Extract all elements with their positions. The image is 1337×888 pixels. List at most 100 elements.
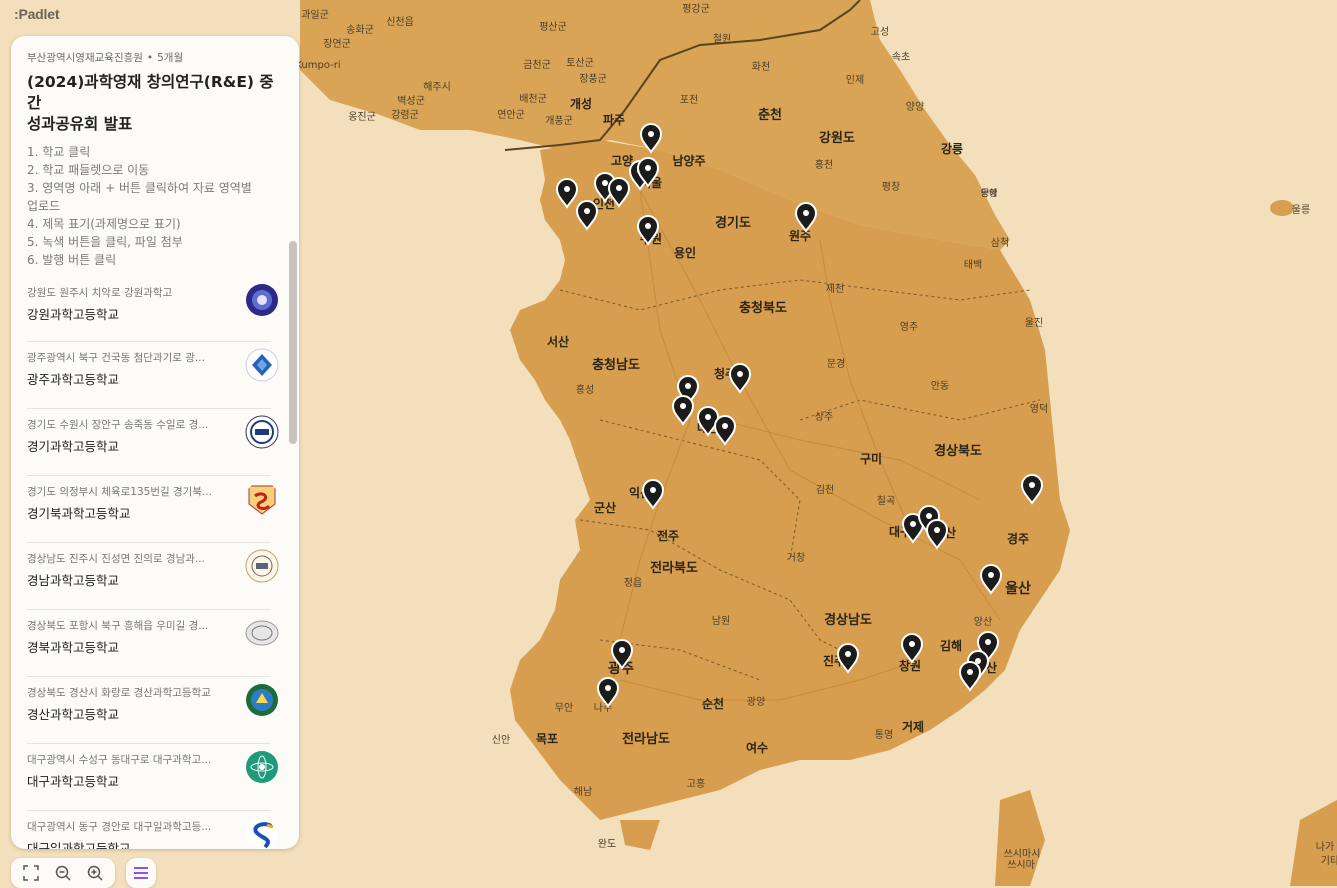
map-label: 나가	[1316, 841, 1334, 853]
daegu-logo-icon	[246, 751, 278, 783]
map-label: 경주	[1007, 532, 1029, 546]
gyeongsan-logo-icon	[246, 684, 278, 716]
map-label: 거창	[787, 552, 805, 564]
board-title-line2: 성과공유회 발표	[27, 115, 133, 133]
map-label: 평창	[882, 181, 900, 193]
list-item-gwangju[interactable]: 광주광역시 북구 건국동 첨단과기로 광... 광주과학고등학교	[27, 342, 279, 409]
school-name: 경기과학고등학교	[27, 439, 120, 454]
school-address: 경기도 의정부시 체육로135번길 경기북...	[27, 486, 212, 498]
map-label: 평강군	[682, 3, 710, 15]
school-name: 경산과학고등학교	[27, 707, 120, 722]
map-label: 고성	[871, 26, 889, 38]
school-address: 경기도 수원시 장안구 송죽동 수일로 경...	[27, 419, 209, 431]
map-label: 울릉	[1292, 204, 1310, 216]
map-label: 김천	[816, 484, 834, 496]
map-label: 용인	[674, 245, 696, 260]
gyeongnam-logo-icon	[245, 549, 279, 583]
map-label: 정읍	[624, 577, 642, 589]
map-label: 강원도	[819, 130, 855, 146]
map-label: 홍성	[576, 383, 594, 396]
gwangju-logo-icon	[245, 348, 279, 382]
map-label: 화천	[752, 61, 770, 73]
instruction-line: 업로드	[27, 199, 61, 213]
map-label: 안동	[931, 380, 949, 392]
list-item-gyeonggi[interactable]: 경기도 수원시 장안구 송죽동 수일로 경... 경기과학고등학교	[27, 409, 279, 476]
instruction-line: 5. 녹색 버튼을 클릭, 파일 첨부	[27, 235, 183, 249]
map-label: 춘천	[758, 108, 782, 123]
board-panel: 부산광역시영재교육진흥원 • 5개월 (2024)과학영재 창의연구(R&E) 중간…	[11, 36, 299, 849]
map-label: 상주	[815, 411, 833, 423]
map-label: 평산군	[539, 21, 567, 33]
list-item-daeguil[interactable]: 대구광역시 동구 경안로 대구일과학고등... 대구일과학고등학교	[27, 811, 278, 849]
map-label: 신안	[492, 734, 510, 746]
list-icon	[134, 867, 148, 879]
map-label: 완도	[598, 838, 616, 850]
map-label: 기타	[1321, 855, 1337, 867]
map-label: 문경	[827, 357, 845, 370]
map-label: 경기도	[715, 215, 751, 231]
instruction-line: 4. 제목 표기(과제명으로 표기)	[27, 217, 181, 231]
list-item-gyeongnam[interactable]: 경상남도 진주시 진성면 진의로 경남과... 경남과학고등학교	[27, 543, 279, 610]
instruction-line: 2. 학교 패들렛으로 이동	[27, 163, 150, 177]
instruction-line: 3. 영역명 아래 + 버튼 클릭하여 자료 영역별	[27, 181, 252, 195]
map-label: 장연군	[323, 38, 351, 50]
map-label: 고흥	[687, 777, 705, 790]
zoom-out-icon[interactable]	[54, 864, 72, 882]
school-list: 강원도 원주시 치악로 강원과학고 강원과학고등학교 광주광역시 북구 건국동 …	[27, 283, 283, 849]
map-label: 울산	[1005, 580, 1031, 597]
map-label: 목포	[536, 732, 558, 746]
map-label: 배천군	[519, 93, 547, 105]
map-label: 군산	[594, 500, 616, 515]
list-item-daegu[interactable]: 대구광역시 수성구 동대구로 대구과학고... 대구과학고등학교	[27, 744, 278, 811]
ulleung-island	[1270, 200, 1294, 216]
map-label: 신천읍	[386, 16, 414, 28]
board-author[interactable]: 부산광역시영재교육진흥원	[27, 52, 143, 64]
zoom-in-icon[interactable]	[86, 864, 104, 882]
map-label: 인제	[846, 74, 864, 86]
map-toolbar	[11, 858, 115, 888]
map-label: 철원	[713, 33, 731, 45]
map-label: 포천	[680, 94, 698, 106]
map-label: 개성	[570, 97, 592, 111]
map-label: 남원	[712, 615, 730, 627]
fullscreen-icon[interactable]	[22, 864, 40, 882]
list-item-gyeonggibuk[interactable]: 경기도 의정부시 체육로135번길 경기북... 경기북과학고등학교	[27, 476, 276, 543]
map-label: 영주	[900, 321, 918, 333]
map-label: 쓰시마시	[1004, 848, 1041, 860]
map-label: 전주	[657, 528, 679, 543]
school-address: 강원도 원주시 치악로 강원과학고	[27, 287, 173, 299]
list-item-gangwon[interactable]: 강원도 원주시 치악로 강원과학고 강원과학고등학교	[27, 283, 278, 342]
map-label: 무안	[555, 702, 573, 714]
map-label: 토산군	[566, 57, 594, 69]
school-address: 경상북도 포항시 북구 흥해읍 우미길 경...	[27, 620, 209, 632]
map-label: 남양주	[672, 153, 705, 168]
map-label: 벽성군	[397, 95, 425, 107]
map-label: 원주	[789, 229, 811, 243]
school-name: 대구과학고등학교	[27, 774, 120, 789]
instruction-line: 6. 발행 버튼 클릭	[27, 253, 117, 267]
map-label: 강릉	[941, 141, 963, 156]
school-address: 대구광역시 동구 경안로 대구일과학고등...	[27, 821, 212, 833]
map-label: 옹진군	[348, 111, 376, 123]
list-view-button[interactable]	[126, 858, 156, 888]
map-label: 서산	[547, 334, 569, 349]
map-label: 개풍군	[545, 115, 573, 127]
school-name: 경북과학고등학교	[27, 640, 120, 655]
panel-scrollbar[interactable]	[289, 241, 297, 444]
map-label: 강령군	[391, 109, 419, 121]
map-label: 속초	[892, 51, 910, 63]
map-label: 제천	[826, 283, 844, 295]
map-label: 경상남도	[824, 612, 872, 628]
map-label: 양산	[974, 616, 992, 628]
padlet-logo[interactable]: :Padlet	[14, 6, 59, 22]
map-label: 경상북도	[934, 443, 982, 459]
school-name: 대구일과학고등학교	[27, 841, 131, 849]
list-item-gyeongbuk[interactable]: 경상북도 포항시 북구 흥해읍 우미길 경... 경북과학고등학교	[27, 610, 279, 677]
map-label: 충청북도	[739, 300, 787, 316]
list-item-gyeongsan[interactable]: 경상북도 경산시 화랑로 경산과학고등학교 경산과학고등학교	[27, 677, 278, 744]
map-label: 해남	[574, 785, 592, 798]
map-label: 홍천	[815, 158, 833, 171]
map-label: 삼척	[991, 237, 1009, 249]
gyeonggi-logo-icon	[245, 415, 279, 449]
map-label: 거제	[902, 719, 924, 734]
